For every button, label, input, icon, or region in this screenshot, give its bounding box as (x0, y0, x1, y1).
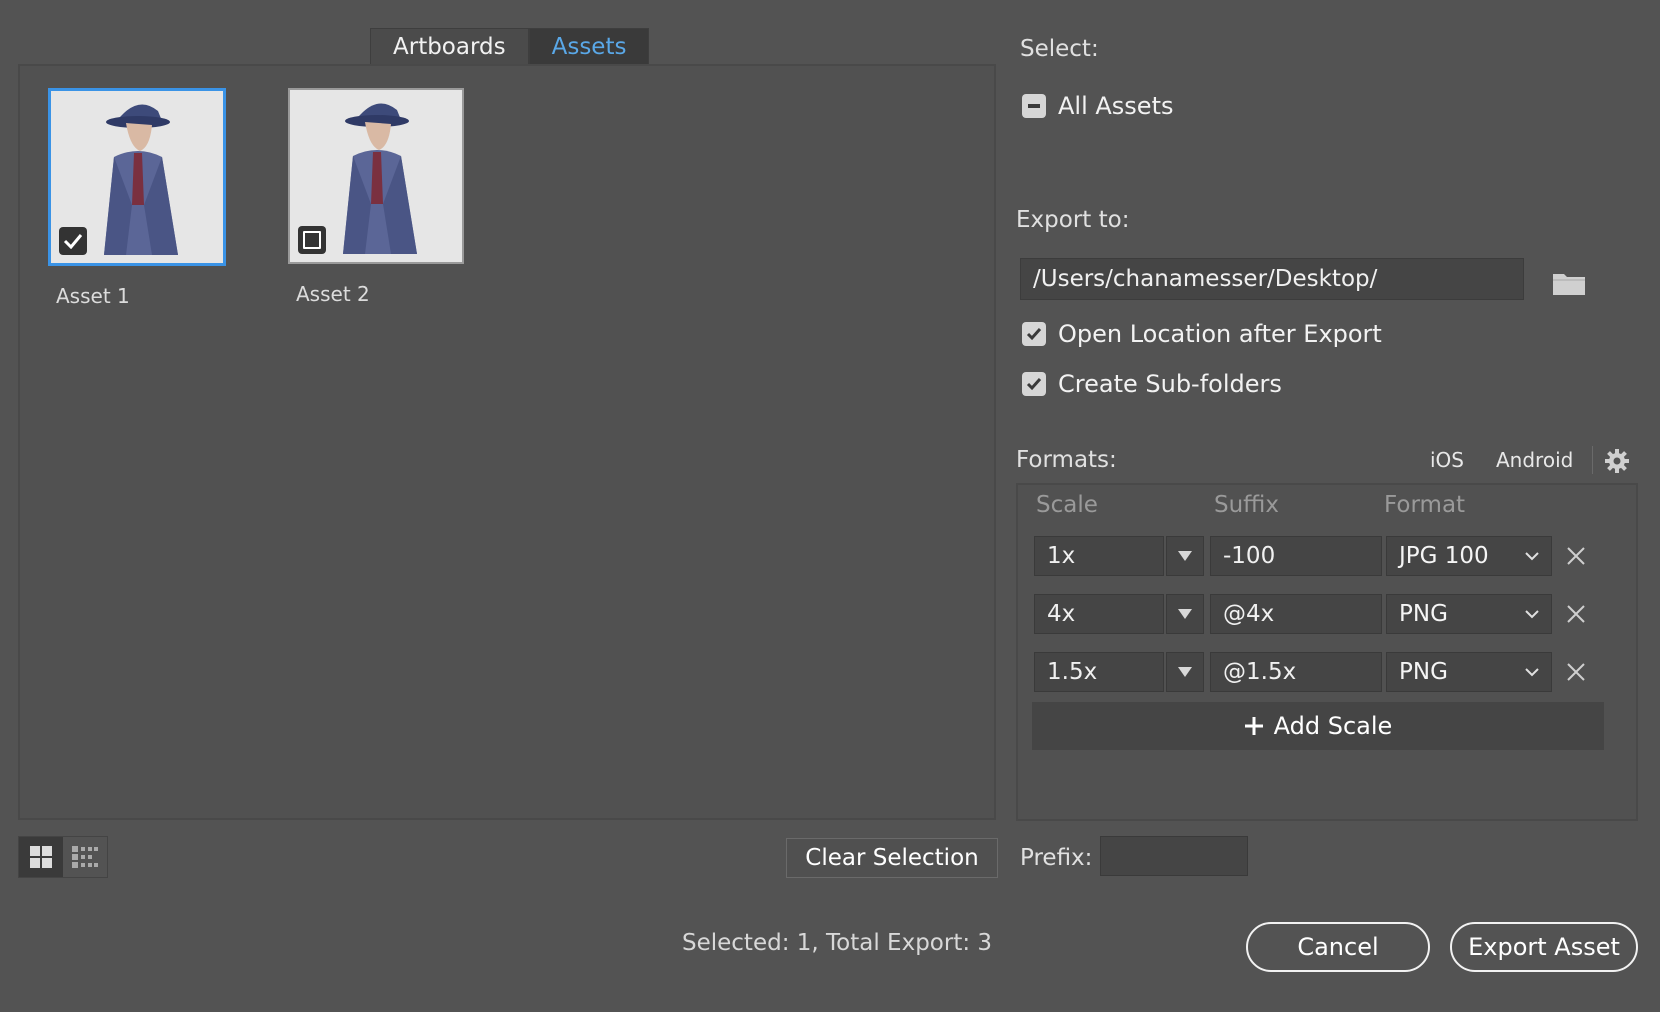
create-subfolders-label: Create Sub-folders (1058, 370, 1282, 398)
prefix-label: Prefix: (1020, 845, 1093, 871)
close-icon (1567, 547, 1585, 565)
select-heading: Select: (1020, 36, 1099, 62)
asset-label: Asset 1 (56, 284, 130, 308)
formats-heading: Formats: (1016, 447, 1117, 473)
asset-tile-2[interactable]: Asset 2 (288, 88, 464, 306)
all-assets-checkbox[interactable]: All Assets (1022, 92, 1174, 120)
scale-dropdown-button[interactable] (1166, 536, 1204, 576)
folder-icon (1553, 274, 1585, 295)
clear-selection-button[interactable]: Clear Selection (786, 838, 998, 878)
remove-scale-button[interactable] (1562, 658, 1590, 686)
figure-image-icon (104, 104, 178, 255)
add-scale-label: Add Scale (1273, 712, 1393, 740)
create-subfolders-checkbox[interactable]: Create Sub-folders (1022, 370, 1282, 398)
open-location-checkbox[interactable]: Open Location after Export (1022, 320, 1382, 348)
checkmark-icon (63, 234, 83, 249)
triangle-down-icon (1178, 551, 1192, 561)
tab-bar: Artboards Assets (370, 28, 650, 64)
scale-input[interactable]: 4x (1034, 594, 1164, 634)
triangle-down-icon (1178, 609, 1192, 619)
tab-assets[interactable]: Assets (528, 28, 650, 64)
add-scale-button[interactable]: Add Scale (1032, 702, 1604, 750)
close-icon (1567, 605, 1585, 623)
divider (1592, 446, 1593, 474)
view-toggle (18, 836, 108, 878)
format-value: PNG (1399, 601, 1448, 627)
asset-checkbox[interactable] (298, 226, 326, 254)
cancel-button[interactable]: Cancel (1246, 922, 1430, 972)
asset-label: Asset 2 (296, 282, 370, 306)
ios-preset-button[interactable]: iOS (1430, 448, 1464, 472)
chevron-down-icon (1525, 610, 1539, 619)
all-assets-label: All Assets (1058, 92, 1174, 120)
gear-icon (1605, 449, 1629, 473)
list-view-icon (72, 846, 98, 868)
export-path-input[interactable]: /Users/chanamesser/Desktop/ (1020, 258, 1524, 300)
browse-folder-button[interactable] (1552, 270, 1586, 300)
scale-input[interactable]: 1.5x (1034, 652, 1164, 692)
suffix-input[interactable]: @4x (1210, 594, 1382, 634)
scale-input[interactable]: 1x (1034, 536, 1164, 576)
triangle-down-icon (1178, 667, 1192, 677)
format-value: PNG (1399, 659, 1448, 685)
format-settings-button[interactable] (1604, 448, 1630, 478)
prefix-input[interactable] (1100, 836, 1248, 876)
column-header-scale: Scale (1036, 492, 1098, 518)
asset-tile-1[interactable]: Asset 1 (48, 88, 226, 308)
grid-view-icon (30, 846, 52, 868)
scale-dropdown-button[interactable] (1166, 652, 1204, 692)
selection-status: Selected: 1, Total Export: 3 (682, 930, 993, 956)
open-location-label: Open Location after Export (1058, 320, 1382, 348)
chevron-down-icon (1525, 668, 1539, 677)
asset-checkbox[interactable] (59, 227, 87, 255)
column-header-format: Format (1384, 492, 1466, 518)
asset-thumbnail[interactable] (48, 88, 226, 266)
plus-icon (1244, 717, 1263, 735)
format-select[interactable]: JPG 100 (1386, 536, 1552, 576)
checkbox-checked-icon (1022, 322, 1046, 346)
remove-scale-button[interactable] (1562, 600, 1590, 628)
close-icon (1567, 663, 1585, 681)
suffix-input[interactable]: @1.5x (1210, 652, 1382, 692)
indeterminate-checkbox-icon (1022, 94, 1046, 118)
scale-dropdown-button[interactable] (1166, 594, 1204, 634)
export-asset-button[interactable]: Export Asset (1450, 922, 1638, 972)
checkbox-checked-icon (1022, 372, 1046, 396)
tab-artboards[interactable]: Artboards (370, 28, 529, 64)
format-select[interactable]: PNG (1386, 652, 1552, 692)
grid-view-button[interactable] (19, 837, 63, 877)
format-select[interactable]: PNG (1386, 594, 1552, 634)
asset-thumbnail[interactable] (288, 88, 464, 264)
suffix-input[interactable]: -100 (1210, 536, 1382, 576)
chevron-down-icon (1525, 552, 1539, 561)
figure-image-icon (343, 103, 417, 254)
column-header-suffix: Suffix (1214, 492, 1280, 518)
format-value: JPG 100 (1399, 543, 1489, 569)
android-preset-button[interactable]: Android (1496, 448, 1573, 472)
list-view-button[interactable] (63, 837, 107, 877)
remove-scale-button[interactable] (1562, 542, 1590, 570)
export-to-heading: Export to: (1016, 207, 1130, 233)
